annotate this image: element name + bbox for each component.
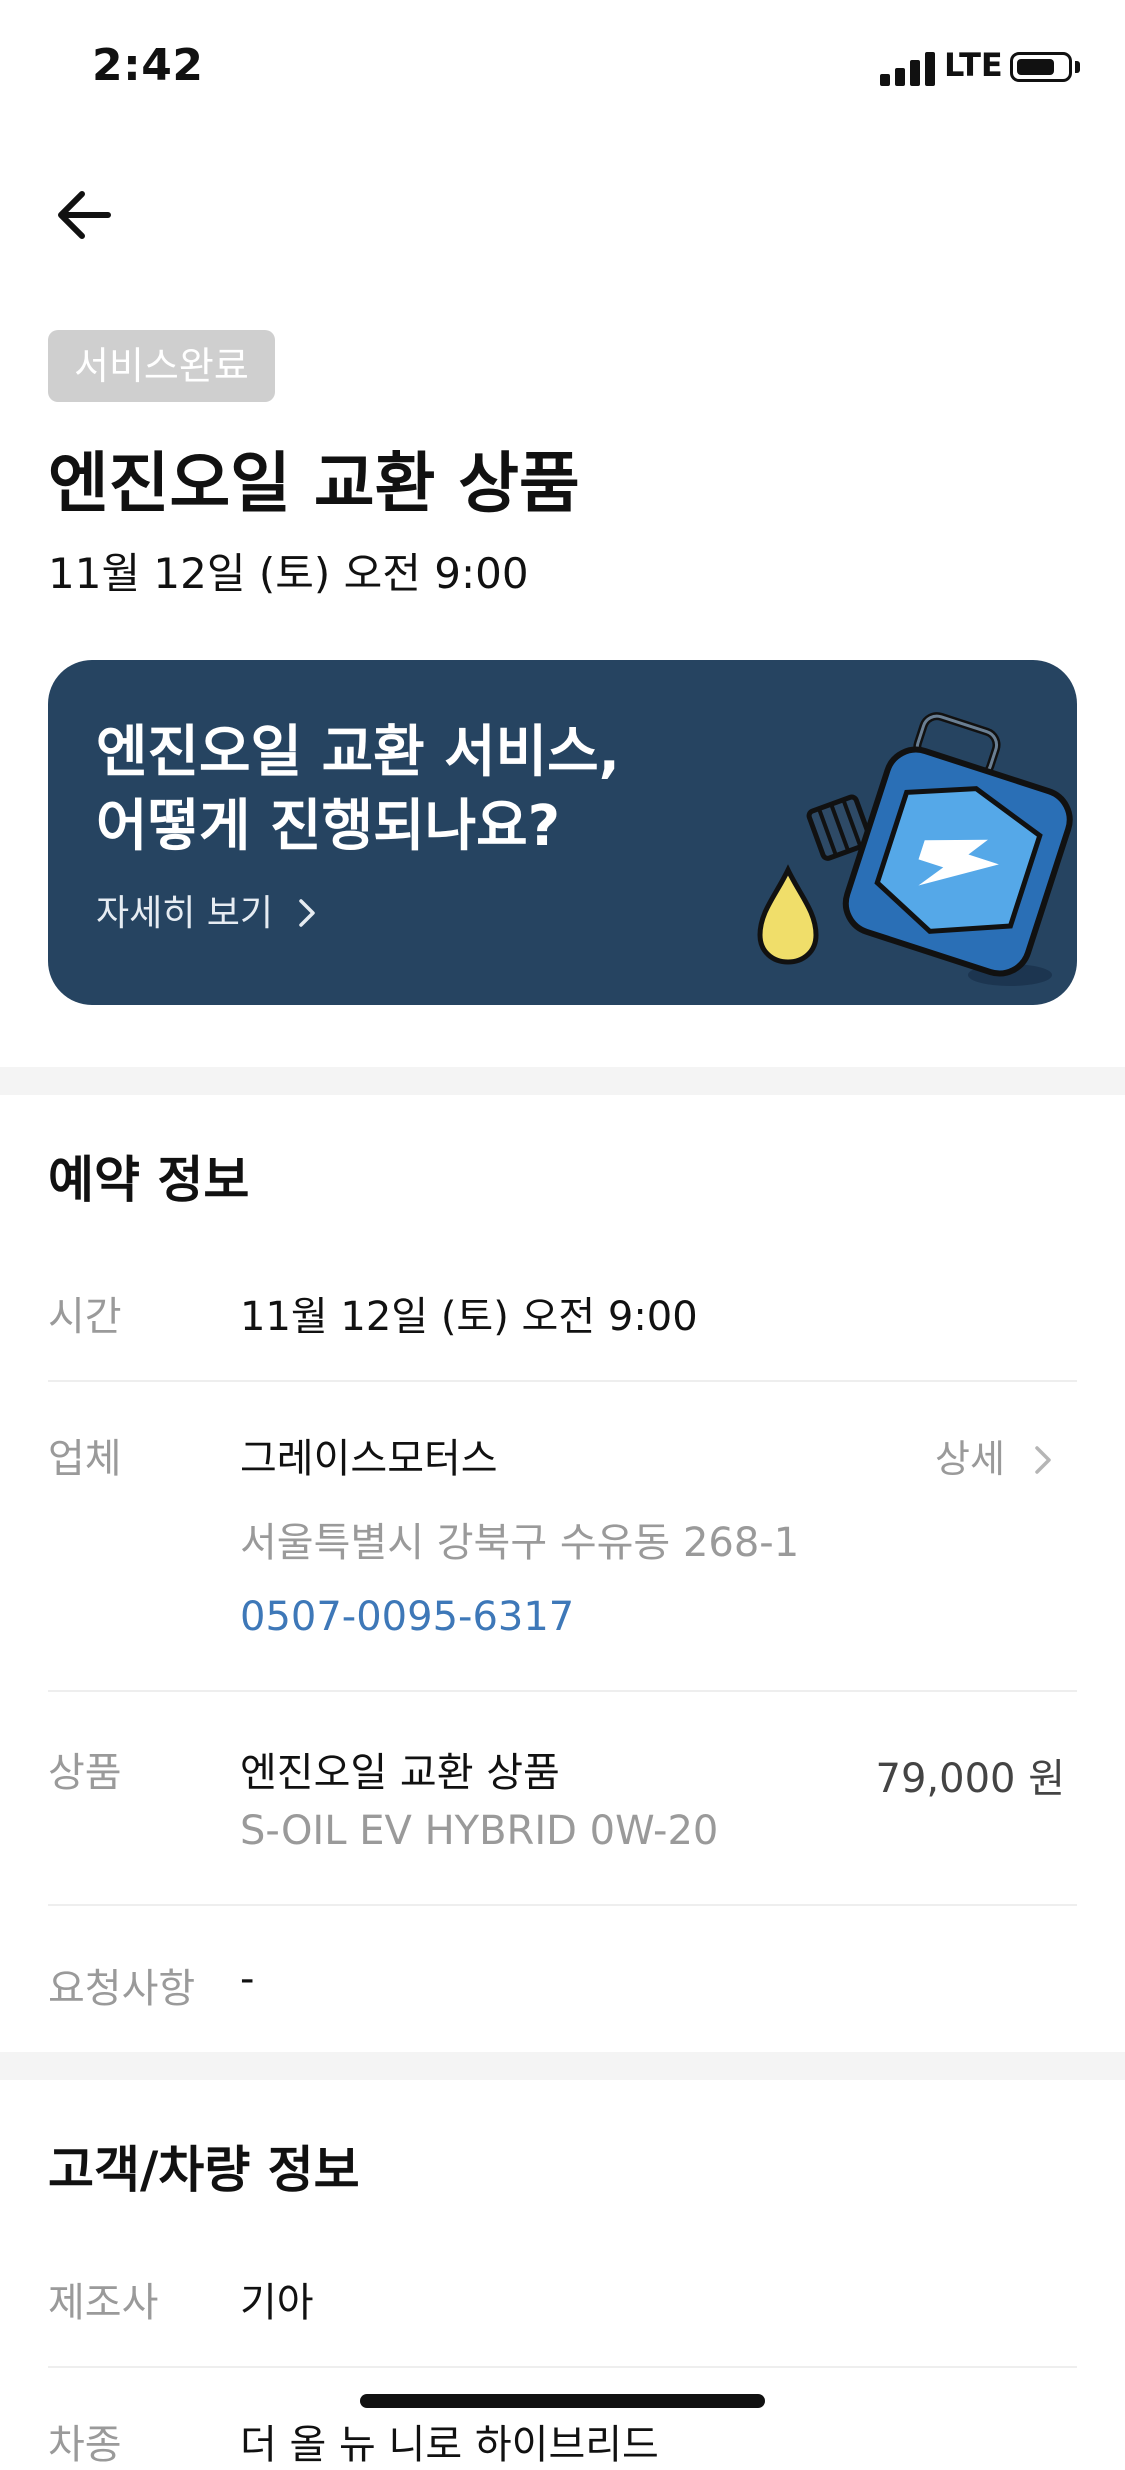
arrow-left-icon	[58, 191, 111, 239]
row-divider	[48, 1904, 1077, 1906]
service-info-banner[interactable]: 엔진오일 교환 서비스, 어떻게 진행되나요? 자세히 보기	[48, 660, 1077, 1005]
section-divider	[0, 2052, 1125, 2080]
banner-title: 엔진오일 교환 서비스, 어떻게 진행되나요?	[96, 720, 620, 859]
network-type: LTE	[944, 46, 1003, 84]
page-title: 엔진오일 교환 상품	[48, 445, 580, 522]
battery-cap	[1075, 61, 1080, 73]
reservation-heading: 예약 정보	[48, 1151, 250, 1209]
chevron-right-icon	[1035, 1446, 1051, 1474]
row-divider	[48, 1380, 1077, 1382]
vendor-phone-link[interactable]: 0507-0095-6317	[240, 1594, 574, 1640]
vendor-address: 서울특별시 강북구 수유동 268-1	[240, 1520, 800, 1566]
vendor-detail-label: 상세	[934, 1437, 1005, 1481]
request-label: 요청사항	[48, 1966, 196, 2012]
product-oil: S-OIL EV HYBRID 0W-20	[240, 1808, 719, 1854]
time-label: 시간	[48, 1294, 122, 1340]
home-indicator	[360, 2394, 765, 2408]
customer-heading: 고객/차량 정보	[48, 2141, 360, 2199]
product-name: 엔진오일 교환 상품	[240, 1750, 560, 1796]
signal-icon	[880, 50, 936, 86]
banner-link-label: 자세히 보기	[96, 893, 274, 934]
page-date: 11월 12일 (토) 오전 9:00	[48, 549, 529, 598]
banner-more-link[interactable]: 자세히 보기	[96, 884, 319, 936]
oil-can-icon	[757, 712, 1073, 986]
maker-label: 제조사	[48, 2280, 159, 2326]
row-divider	[48, 2366, 1077, 2368]
product-label: 상품	[48, 1750, 122, 1796]
time-value: 11월 12일 (토) 오전 9:00	[240, 1294, 698, 1340]
battery-icon	[1010, 52, 1072, 82]
maker-value: 기아	[240, 2280, 314, 2326]
model-label: 차종	[48, 2422, 122, 2468]
status-time: 2:42	[92, 40, 204, 91]
chevron-right-icon	[298, 899, 315, 927]
status-bar: 2:42 LTE	[0, 0, 1125, 140]
row-divider	[48, 1690, 1077, 1692]
vendor-label: 업체	[48, 1436, 122, 1482]
model-value: 더 올 뉴 니로 하이브리드	[240, 2422, 659, 2468]
vendor-name: 그레이스모터스	[240, 1436, 498, 1482]
request-value: -	[240, 1956, 255, 2002]
back-button[interactable]	[50, 180, 120, 250]
product-price: 79,000 원	[875, 1756, 1065, 1802]
status-badge: 서비스완료	[48, 330, 275, 402]
vendor-detail-button[interactable]: 상세	[935, 1428, 1055, 1483]
section-divider	[0, 1067, 1125, 1095]
